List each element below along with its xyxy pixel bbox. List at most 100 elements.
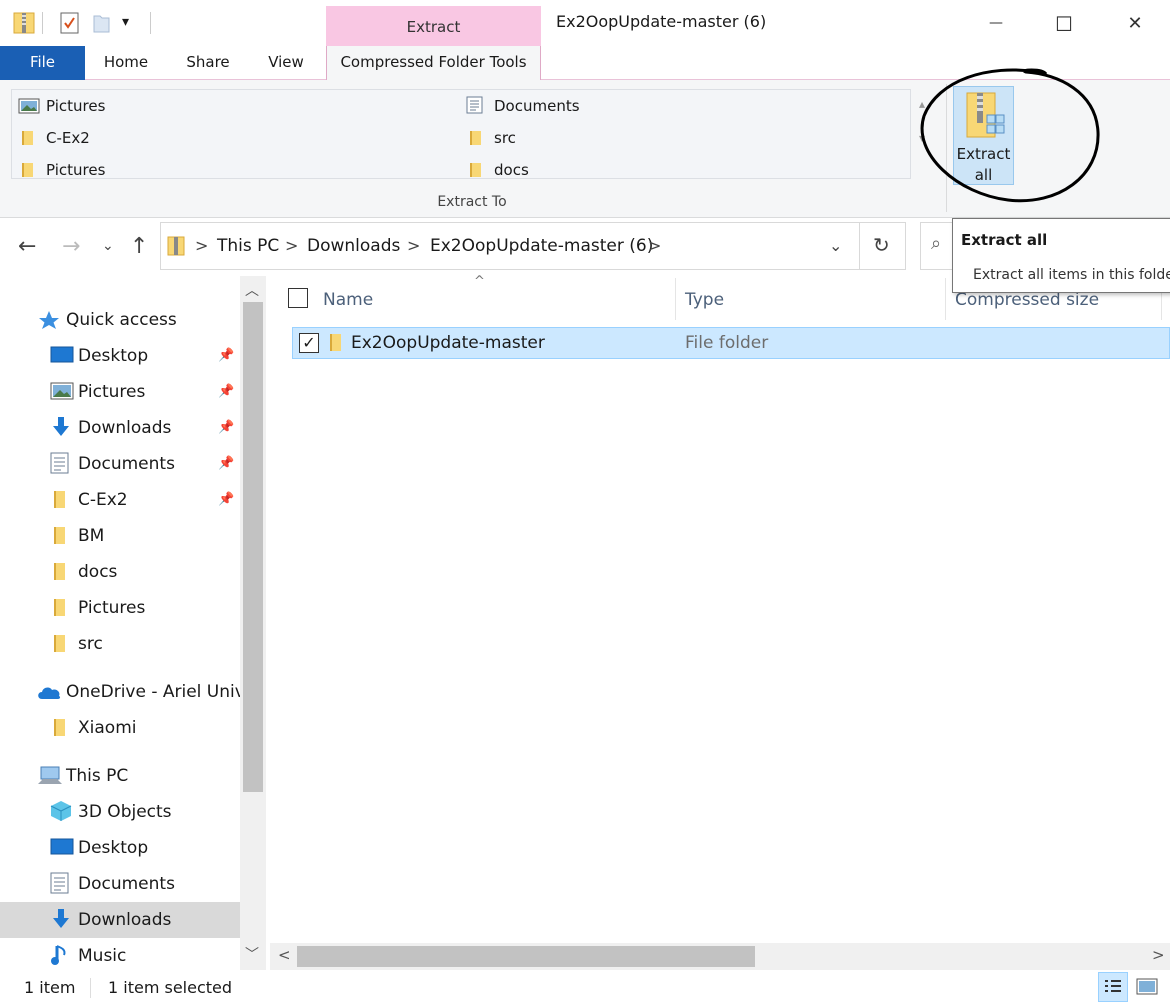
- nav-item-xiaomi[interactable]: Xiaomi: [0, 710, 240, 746]
- tab-view[interactable]: View: [256, 46, 316, 80]
- row-checkbox[interactable]: ✓: [299, 333, 319, 353]
- nav-label: Pictures: [78, 382, 146, 402]
- toolbar-divider: [150, 12, 151, 34]
- nav-item-desktop-pc[interactable]: Desktop: [0, 830, 240, 866]
- group-label-extract-to: Extract To: [437, 194, 507, 210]
- nav-item-3d-objects[interactable]: 3D Objects: [0, 794, 240, 830]
- breadcrumb-separator[interactable]: >: [407, 236, 420, 255]
- tab-file[interactable]: File: [0, 46, 85, 80]
- details-view-icon: [1105, 980, 1121, 992]
- large-icons-view-button[interactable]: [1134, 974, 1160, 1000]
- folder-icon: [470, 163, 481, 177]
- scroll-left-icon[interactable]: <: [278, 946, 291, 964]
- column-header-compressed-size[interactable]: Compressed size: [955, 290, 1099, 310]
- up-button[interactable]: ↑: [130, 234, 148, 259]
- customize-toolbar-dropdown[interactable]: ▾: [122, 14, 129, 30]
- nav-item-documents[interactable]: Documents 📌: [0, 446, 240, 482]
- status-bar: 1 item 1 item selected: [0, 970, 1170, 1005]
- sort-ascending-icon: ^: [474, 274, 485, 289]
- address-bar[interactable]: > This PC > Downloads > Ex2OopUpdate-mas…: [160, 222, 860, 270]
- title-bar: ▾ Extract Ex2OopUpdate-master (6) — ☐ ✕: [0, 0, 1170, 46]
- gallery-item-label: Pictures: [46, 161, 106, 179]
- documents-icon: [466, 96, 483, 114]
- extract-to-docs[interactable]: docs: [460, 159, 529, 181]
- scroll-up-icon[interactable]: ︿: [245, 280, 259, 300]
- nav-item-pictures-folder[interactable]: Pictures: [0, 590, 240, 626]
- pin-icon[interactable]: 📌: [218, 338, 234, 374]
- scroll-right-icon[interactable]: >: [1152, 946, 1165, 964]
- nav-item-desktop[interactable]: Desktop 📌: [0, 338, 240, 374]
- column-header-name[interactable]: Name: [323, 290, 373, 310]
- properties-icon[interactable]: [60, 12, 80, 34]
- select-all-checkbox[interactable]: [288, 288, 308, 308]
- gallery-item-label: Documents: [494, 97, 580, 115]
- nav-label: This PC: [66, 766, 129, 786]
- close-button[interactable]: ✕: [1120, 10, 1150, 38]
- pin-icon[interactable]: 📌: [218, 374, 234, 410]
- breadcrumb-separator[interactable]: >: [195, 236, 208, 255]
- tab-compressed-folder-tools[interactable]: Compressed Folder Tools: [326, 46, 541, 81]
- nav-item-pictures[interactable]: Pictures 📌: [0, 374, 240, 410]
- pin-icon[interactable]: 📌: [218, 482, 234, 518]
- nav-label: BM: [78, 526, 105, 546]
- scroll-down-icon[interactable]: ﹀: [245, 944, 259, 964]
- pin-icon[interactable]: 📌: [218, 446, 234, 482]
- row-name: Ex2OopUpdate-master: [351, 333, 545, 353]
- refresh-button[interactable]: ↻: [860, 222, 906, 270]
- recent-locations-button[interactable]: ⌄: [102, 238, 114, 254]
- breadcrumb-downloads[interactable]: Downloads: [307, 236, 400, 256]
- tab-share[interactable]: Share: [176, 46, 240, 80]
- breadcrumb-this-pc[interactable]: This PC: [217, 236, 279, 256]
- extract-to-pictures[interactable]: Pictures: [12, 95, 105, 117]
- zip-folder-icon[interactable]: [13, 10, 35, 34]
- extract-to-documents[interactable]: Documents: [460, 95, 580, 117]
- nav-item-documents-pc[interactable]: Documents: [0, 866, 240, 902]
- back-button[interactable]: ←: [18, 234, 36, 259]
- cube-icon: [50, 801, 72, 821]
- nav-item-downloads-pc[interactable]: Downloads: [0, 902, 240, 938]
- new-folder-icon[interactable]: [92, 12, 112, 34]
- navigation-pane: Quick access Desktop 📌 Pictures 📌 Downlo…: [0, 276, 266, 970]
- nav-label: Downloads: [78, 418, 172, 438]
- extract-to-src[interactable]: src: [460, 127, 516, 149]
- nav-item-c-ex2[interactable]: C-Ex2 📌: [0, 482, 240, 518]
- nav-label: C-Ex2: [78, 490, 128, 510]
- tab-home[interactable]: Home: [92, 46, 160, 80]
- nav-item-bm[interactable]: BM: [0, 518, 240, 554]
- breadcrumb-current-folder[interactable]: Ex2OopUpdate-master (6): [430, 236, 653, 256]
- status-item-count: 1 item: [24, 978, 76, 997]
- column-divider[interactable]: [675, 278, 676, 320]
- breadcrumb-separator[interactable]: >: [648, 236, 661, 255]
- nav-item-music[interactable]: Music: [0, 938, 240, 974]
- desktop-icon: [50, 838, 74, 855]
- nav-onedrive[interactable]: OneDrive - Ariel Unive: [0, 674, 240, 710]
- column-header-type[interactable]: Type: [685, 290, 724, 310]
- horizontal-scroll-thumb[interactable]: [297, 946, 755, 967]
- nav-this-pc[interactable]: This PC: [0, 758, 240, 794]
- maximize-button[interactable]: ☐: [1049, 10, 1079, 38]
- pin-icon[interactable]: 📌: [218, 410, 234, 446]
- nav-quick-access[interactable]: Quick access: [0, 302, 240, 338]
- extract-to-c-ex2[interactable]: C-Ex2: [12, 127, 90, 149]
- extract-all-tooltip: Extract all Extract all items in this fo…: [952, 218, 1170, 293]
- table-row[interactable]: ✓ Ex2OopUpdate-master File folder: [292, 327, 1170, 359]
- nav-scroll-thumb[interactable]: [243, 302, 263, 792]
- folder-icon: [54, 719, 65, 736]
- forward-button[interactable]: →: [62, 234, 80, 259]
- minimize-button[interactable]: —: [981, 10, 1011, 38]
- desktop-icon: [50, 346, 74, 363]
- nav-item-downloads[interactable]: Downloads 📌: [0, 410, 240, 446]
- gallery-item-label: src: [494, 129, 516, 147]
- column-divider[interactable]: [945, 278, 946, 320]
- nav-item-docs[interactable]: docs: [0, 554, 240, 590]
- address-history-dropdown-icon[interactable]: ⌄: [829, 236, 842, 255]
- nav-label: Quick access: [66, 310, 177, 330]
- status-divider: [90, 978, 91, 998]
- extract-to-pictures-folder[interactable]: Pictures: [12, 159, 105, 181]
- nav-label: Xiaomi: [78, 718, 137, 738]
- cloud-icon: [38, 687, 61, 699]
- nav-item-src[interactable]: src: [0, 626, 240, 662]
- breadcrumb-separator[interactable]: >: [285, 236, 298, 255]
- nav-label: docs: [78, 562, 118, 582]
- details-view-button[interactable]: [1098, 972, 1128, 1002]
